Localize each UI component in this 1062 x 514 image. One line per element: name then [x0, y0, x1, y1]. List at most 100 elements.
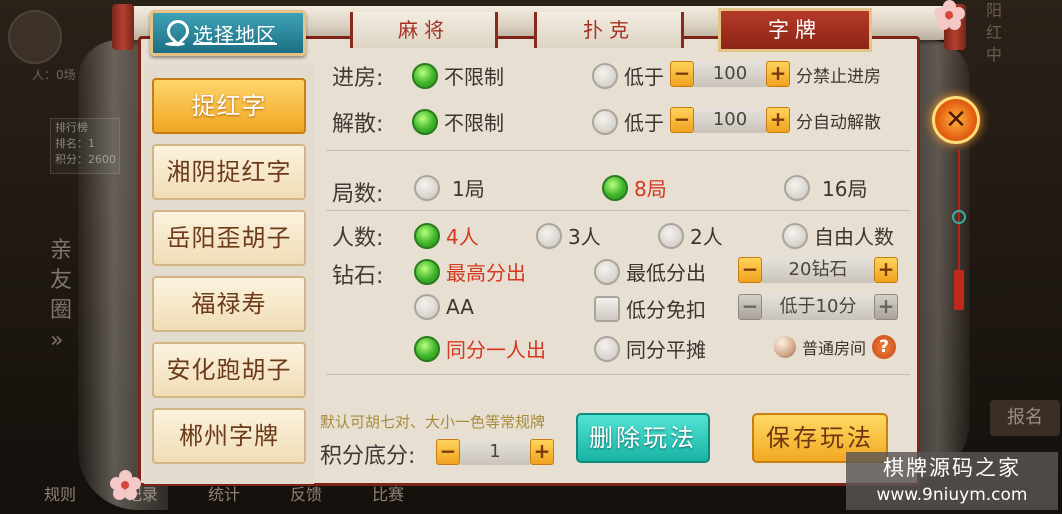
diamonds-option-highest[interactable]: 最高分出 — [414, 257, 526, 286]
base-score-value: 1 — [460, 439, 530, 465]
base-score-label: 积分底分: — [320, 444, 416, 469]
minus-button[interactable]: − — [436, 439, 460, 465]
game-item-zhuohongzi[interactable]: 捉红字 — [152, 78, 306, 134]
players-option-2[interactable]: 2人 — [658, 221, 723, 250]
delete-mode-button[interactable]: 删除玩法 — [576, 413, 710, 463]
divider — [326, 150, 910, 151]
entry-unlimited-text: 不限制 — [444, 65, 504, 89]
base-score-stepper: − 1 + — [436, 438, 554, 466]
game-item-yueyang-waihuzi[interactable]: 岳阳歪胡子 — [152, 210, 306, 266]
diamonds-option-lowest[interactable]: 最低分出 — [594, 257, 706, 286]
minus-button[interactable]: − — [738, 294, 762, 320]
minus-button[interactable]: − — [670, 107, 694, 133]
avatar — [8, 10, 62, 64]
game-item-chenzhou-zipai[interactable]: 郴州字牌 — [152, 408, 306, 464]
entry-option-unlimited[interactable]: 不限制 — [412, 61, 504, 90]
rounds-option-1-text: 1局 — [452, 177, 485, 201]
divider — [326, 210, 910, 211]
tab-zipai[interactable]: 字牌 — [718, 8, 872, 52]
plus-button[interactable]: + — [874, 257, 898, 283]
rounds-option-8[interactable]: 8局 — [602, 173, 667, 202]
radio-unselected-icon — [414, 174, 440, 201]
players-option-2-text: 2人 — [690, 225, 723, 249]
players-option-3-text: 3人 — [568, 225, 601, 249]
plus-button[interactable]: + — [874, 294, 898, 320]
bg-signup-button: 报名 — [990, 400, 1060, 436]
rounds-option-8-text: 8局 — [634, 177, 667, 201]
tab-poker[interactable]: 扑克 — [534, 12, 684, 48]
radio-unselected-icon — [592, 108, 618, 135]
scroll-cap-left — [112, 4, 134, 50]
dissolve-unlimited-text: 不限制 — [444, 111, 504, 135]
players-option-free[interactable]: 自由人数 — [782, 221, 894, 250]
radio-selected-icon — [602, 174, 628, 201]
diamonds-highest-text: 最高分出 — [446, 261, 526, 285]
close-button[interactable]: ✕ — [932, 96, 980, 144]
dissolve-option-below[interactable]: 低于 — [592, 107, 664, 136]
dissolve-threshold-stepper: − 100 + 分自动解散 — [670, 106, 881, 134]
game-item-xiangyin-zhuohongzi[interactable]: 湘阴捉红字 — [152, 144, 306, 200]
bg-nav-rules: 规则 — [44, 485, 77, 504]
diamonds-option-same-one[interactable]: 同分一人出 — [414, 334, 546, 363]
minus-button[interactable]: − — [738, 257, 762, 283]
radio-unselected-icon — [594, 258, 620, 285]
tab-mahjong[interactable]: 麻将 — [350, 12, 498, 48]
diamonds-option-aa[interactable]: AA — [414, 294, 474, 320]
radio-unselected-icon — [782, 222, 808, 249]
plus-button[interactable]: + — [766, 61, 790, 87]
entry-threshold-value: 100 — [694, 61, 766, 87]
diamonds-same-split-text: 同分平摊 — [626, 338, 706, 362]
rounds-label: 局数: — [332, 182, 384, 207]
rounds-option-16-text: 16局 — [822, 177, 868, 201]
dissolve-below-text: 低于 — [624, 111, 664, 135]
diamonds-option-same-split[interactable]: 同分平摊 — [594, 334, 706, 363]
entry-suffix: 分禁止进房 — [796, 66, 881, 87]
players-option-3[interactable]: 3人 — [536, 221, 601, 250]
players-option-4[interactable]: 4人 — [414, 221, 479, 250]
radio-unselected-icon — [414, 294, 440, 320]
tassel-knot — [952, 210, 966, 224]
entry-below-text: 低于 — [624, 65, 664, 89]
radio-selected-icon — [414, 258, 440, 285]
radio-unselected-icon — [658, 222, 684, 249]
plus-button[interactable]: + — [530, 439, 554, 465]
watermark-title: 棋牌源码之家 — [883, 456, 1021, 480]
game-list: 捉红字 湘阴捉红字 岳阳歪胡子 福禄寿 安化跑胡子 郴州字牌 — [144, 64, 314, 484]
diamond-amount-stepper: − 20钻石 + — [738, 256, 898, 284]
diamonds-low-exempt-text: 低分免扣 — [626, 298, 706, 322]
radio-unselected-icon — [784, 174, 810, 201]
dissolve-suffix: 分自动解散 — [796, 112, 881, 133]
room-type-text: 普通房间 — [802, 339, 867, 358]
radio-unselected-icon — [592, 62, 618, 89]
minus-button[interactable]: − — [670, 61, 694, 87]
dissolve-option-unlimited[interactable]: 不限制 — [412, 107, 504, 136]
checkbox-icon — [594, 295, 620, 322]
divider — [326, 374, 910, 375]
settings-content: 进房: 不限制 低于 − 100 + 分禁止进房 解散: 不限制 低于 − 10… — [318, 52, 914, 382]
room-type-toggle[interactable]: 普通房间 ? — [774, 335, 897, 359]
plus-button[interactable]: + — [766, 107, 790, 133]
diamonds-lowest-text: 最低分出 — [626, 261, 706, 285]
rounds-option-1[interactable]: 1局 — [414, 173, 485, 202]
bg-friend-circle: 亲友圈 » — [50, 238, 73, 353]
blossom-icon — [934, 0, 965, 30]
radio-selected-icon — [414, 335, 440, 362]
rounds-option-16[interactable]: 16局 — [784, 173, 867, 202]
game-item-anhua-paohuzi[interactable]: 安化跑胡子 — [152, 342, 306, 398]
select-region-button[interactable]: 选择地区 — [150, 10, 306, 56]
diamonds-label: 钻石: — [332, 264, 384, 289]
default-rules-note: 默认可胡七对、大小一色等常规牌 — [320, 413, 546, 431]
game-item-fulushou[interactable]: 福禄寿 — [152, 276, 306, 332]
players-option-free-text: 自由人数 — [814, 225, 894, 249]
help-icon[interactable]: ? — [872, 335, 897, 359]
diamonds-aa-text: AA — [446, 295, 474, 319]
diamond-amount-value: 20钻石 — [762, 257, 874, 283]
radio-unselected-icon — [536, 222, 562, 249]
entry-option-below[interactable]: 低于 — [592, 61, 664, 90]
dissolve-label: 解散: — [332, 112, 384, 137]
diamonds-option-low-exempt[interactable]: 低分免扣 — [594, 294, 706, 323]
bg-player-stat: 人：0场 — [32, 68, 76, 82]
watermark-url: www.9niuym.com — [876, 485, 1028, 505]
entry-label: 进房: — [332, 66, 384, 91]
radio-selected-icon — [412, 62, 438, 89]
